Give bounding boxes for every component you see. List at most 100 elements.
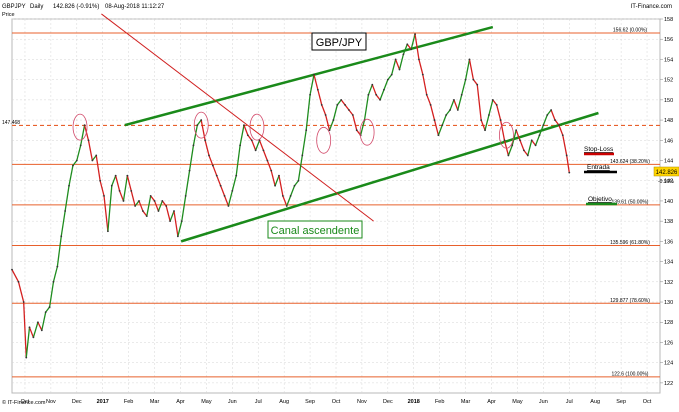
header-datetime: 08-Aug-2018 11:12:27 (105, 4, 165, 10)
price-point (495, 104, 498, 106)
y-tick-label: 158 (664, 17, 673, 23)
price-point (289, 194, 292, 197)
price-point (130, 189, 133, 192)
price-point (367, 93, 370, 96)
price-point (542, 124, 545, 127)
price-point (118, 189, 121, 192)
price-point (460, 93, 463, 96)
price-point (355, 129, 358, 132)
price-point (316, 88, 319, 91)
price-point (56, 265, 59, 268)
price-level-label: 143.624 (38.20%) (610, 159, 650, 165)
price-point (208, 154, 210, 157)
price-point (484, 129, 486, 132)
price-point (402, 53, 405, 56)
price-point (425, 93, 428, 96)
price-point (246, 134, 249, 137)
y-tick-label: 128 (664, 320, 673, 326)
price-point (410, 48, 413, 51)
price-point (305, 129, 308, 132)
header-symbol: GBPJPY (2, 4, 26, 10)
price-point (188, 169, 191, 172)
y-tick-label: 136 (664, 239, 673, 245)
price-point (554, 119, 556, 121)
y-tick-label: 122 (664, 381, 673, 387)
price-point (68, 184, 70, 187)
price-point (526, 154, 529, 157)
x-tick-label: Nov (357, 399, 367, 405)
y-tick-label: 148 (664, 118, 673, 124)
price-point (32, 336, 35, 339)
x-tick-label: 2018 (408, 399, 420, 405)
price-point (313, 73, 315, 76)
price-point (394, 58, 397, 61)
x-tick-label: Mar (461, 399, 471, 405)
price-point (79, 144, 82, 147)
price-level-label: 129.877 (78.60%) (610, 298, 650, 304)
price-point (169, 220, 172, 223)
price-point (184, 194, 187, 197)
price-point (52, 280, 55, 283)
price-point (464, 78, 467, 81)
price-point (324, 114, 327, 116)
price-point (534, 144, 537, 147)
price-point (262, 149, 265, 152)
price-point (122, 200, 125, 202)
price-point (414, 33, 416, 36)
price-point (371, 83, 374, 86)
x-tick-label: Feb (435, 399, 444, 405)
price-point (503, 139, 506, 142)
price-point (239, 144, 241, 147)
price-point (301, 154, 304, 157)
price-point (421, 73, 424, 76)
x-tick-label: 2017 (97, 399, 109, 405)
x-tick-label: Apr (487, 399, 496, 405)
x-tick-label: Apr (176, 399, 185, 405)
pair-label: GBP/JPY (316, 37, 363, 49)
footer-brand: © IT-Finance.com (2, 399, 46, 406)
price-point (429, 104, 432, 106)
x-tick-label: Dec (72, 399, 82, 405)
price-point (11, 268, 13, 271)
price-point (176, 235, 179, 238)
price-point (180, 220, 183, 223)
last-price: 142.826 (656, 170, 678, 176)
price-point (568, 171, 571, 174)
price-point (215, 174, 218, 177)
price-point (538, 134, 541, 137)
price-point (165, 205, 168, 207)
price-point (398, 68, 401, 71)
price-point (250, 139, 253, 142)
price-point (344, 104, 346, 106)
price-point (145, 215, 148, 218)
price-point (348, 109, 350, 111)
y-tick-label: 124 (664, 361, 673, 367)
header-last-change: 142.826 (-0.91%) (53, 4, 99, 10)
price-point (274, 184, 276, 187)
price-point (204, 139, 207, 142)
chart: 156.62 (0.00%) 147.468 143.624 (38.20%) 139… (0, 0, 679, 407)
price-point (546, 114, 549, 116)
price-point (126, 174, 129, 177)
x-tick-label: Feb (124, 399, 133, 405)
price-point (488, 114, 490, 116)
price-point (499, 119, 502, 121)
price-point (561, 134, 564, 137)
price-point (406, 43, 409, 46)
channel-label: Canal ascendente (271, 225, 360, 237)
price-point (192, 144, 195, 147)
price-point (25, 356, 28, 359)
x-tick-label: Jun (539, 399, 548, 405)
price-point (351, 114, 354, 116)
price-point (433, 119, 436, 121)
x-tick-label: Jul (566, 399, 573, 405)
price-point (375, 93, 378, 96)
header-brand: IT-Finance.com (631, 4, 672, 10)
price-point (445, 114, 448, 116)
price-point (418, 58, 420, 61)
price-point (530, 139, 533, 142)
price-point (476, 83, 479, 86)
price-point (320, 104, 323, 106)
x-tick-label: Aug (279, 399, 289, 405)
price-point (114, 174, 117, 177)
